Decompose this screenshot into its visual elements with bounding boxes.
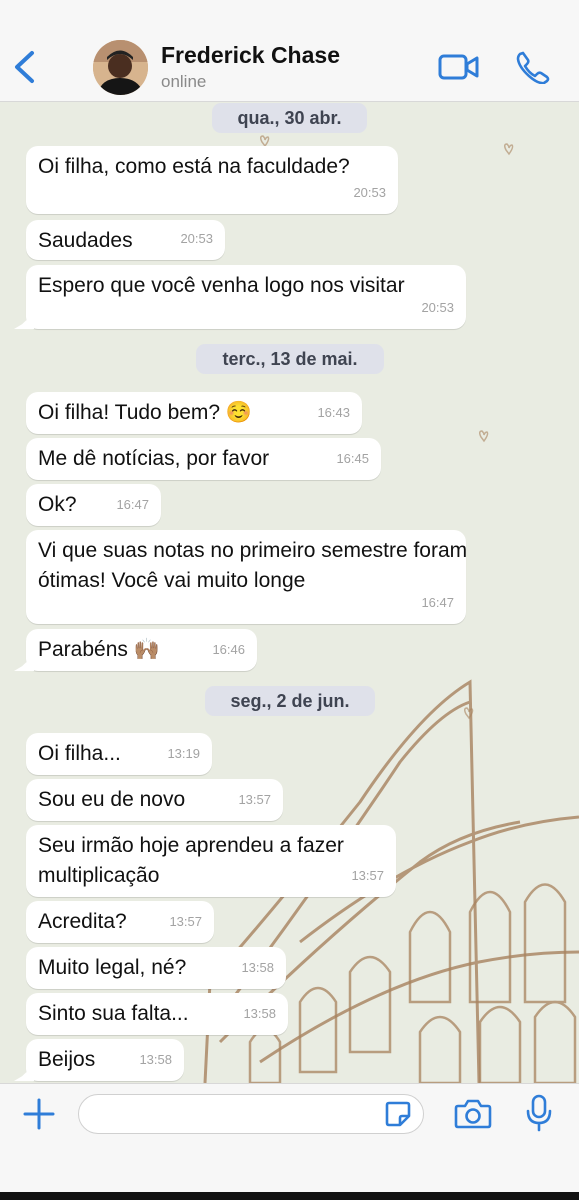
- message-text: Sinto sua falta...: [38, 1002, 189, 1025]
- message-text: Beijos: [38, 1048, 96, 1071]
- sticker-icon[interactable]: [384, 1100, 412, 1128]
- message-bubble[interactable]: Oi filha... 13:19: [26, 733, 212, 775]
- date-divider: seg., 2 de jun.: [205, 686, 375, 716]
- message-text: Seu irmão hoje aprendeu a fazer multipli…: [38, 834, 344, 887]
- message-bubble[interactable]: Parabéns 🙌🏽 16:46: [26, 629, 257, 671]
- message-bubble[interactable]: Sinto sua falta... 13:58: [26, 993, 288, 1035]
- home-indicator: [0, 1192, 579, 1200]
- message-text: Parabéns 🙌🏽: [38, 638, 160, 661]
- message-text: Sou eu de novo: [38, 788, 186, 811]
- message-bubble[interactable]: Saudades 20:53: [26, 220, 225, 260]
- message-time: 20:53: [353, 185, 386, 200]
- message-time: 13:19: [167, 746, 200, 761]
- phone-icon[interactable]: [514, 50, 550, 84]
- chat-header: Frederick Chase online: [0, 0, 579, 102]
- message-time: 13:57: [351, 868, 384, 883]
- chevron-left-icon[interactable]: [10, 46, 40, 88]
- message-text: Saudades: [38, 229, 133, 252]
- microphone-icon[interactable]: [526, 1094, 552, 1132]
- message-text: Acredita?: [38, 910, 127, 933]
- message-bubble[interactable]: Espero que você venha logo nos visitar 2…: [26, 265, 466, 329]
- message-time: 13:58: [139, 1052, 172, 1067]
- message-bubble[interactable]: Sou eu de novo 13:57: [26, 779, 283, 821]
- message-time: 20:53: [421, 300, 454, 315]
- message-text: Vi que suas notas no primeiro semestre f…: [38, 539, 468, 592]
- message-time: 20:53: [180, 231, 213, 246]
- contact-name[interactable]: Frederick Chase: [161, 42, 340, 69]
- message-time: 13:58: [243, 1006, 276, 1021]
- contact-status: online: [161, 72, 207, 91]
- message-time: 16:45: [336, 451, 369, 466]
- message-time: 13:58: [241, 960, 274, 975]
- message-time: 16:47: [116, 497, 149, 512]
- video-camera-icon[interactable]: [438, 52, 480, 82]
- message-time: 13:57: [238, 792, 271, 807]
- message-text: Oi filha...: [38, 742, 121, 765]
- message-text: Espero que você venha logo nos visitar: [38, 274, 405, 297]
- camera-icon[interactable]: [454, 1098, 492, 1130]
- message-bubble[interactable]: Muito legal, né? 13:58: [26, 947, 286, 989]
- message-text: Ok?: [38, 493, 77, 516]
- message-bubble[interactable]: Oi filha! Tudo bem? ☺️ 16:43: [26, 392, 362, 434]
- message-time: 16:46: [212, 642, 245, 657]
- message-bubble[interactable]: Ok? 16:47: [26, 484, 161, 526]
- message-bubble[interactable]: Vi que suas notas no primeiro semestre f…: [26, 530, 468, 624]
- message-input[interactable]: [78, 1094, 424, 1134]
- message-bubble[interactable]: Seu irmão hoje aprendeu a fazer multipli…: [26, 825, 396, 897]
- message-text: Muito legal, né?: [38, 956, 187, 979]
- message-text: Oi filha! Tudo bem? ☺️: [38, 401, 253, 424]
- message-text: Oi filha, como está na faculdade?: [38, 155, 350, 178]
- message-bubble[interactable]: Me dê notícias, por favor 16:45: [26, 438, 381, 480]
- date-divider: terc., 13 de mai.: [196, 344, 384, 374]
- message-bubble[interactable]: Oi filha, como está na faculdade? 20:53: [26, 146, 398, 214]
- message-bubble[interactable]: Acredita? 13:57: [26, 901, 214, 943]
- message-time: 13:57: [169, 914, 202, 929]
- message-time: 16:47: [421, 595, 454, 610]
- chat-area[interactable]: qua., 30 abr. Oi filha, como está na fac…: [0, 102, 579, 1083]
- avatar[interactable]: [93, 40, 148, 95]
- message-bubble[interactable]: Beijos 13:58: [26, 1039, 184, 1081]
- message-text: Me dê notícias, por favor: [38, 447, 270, 470]
- message-time: 16:43: [317, 405, 350, 420]
- date-divider: qua., 30 abr.: [212, 103, 367, 133]
- plus-icon[interactable]: [22, 1097, 56, 1131]
